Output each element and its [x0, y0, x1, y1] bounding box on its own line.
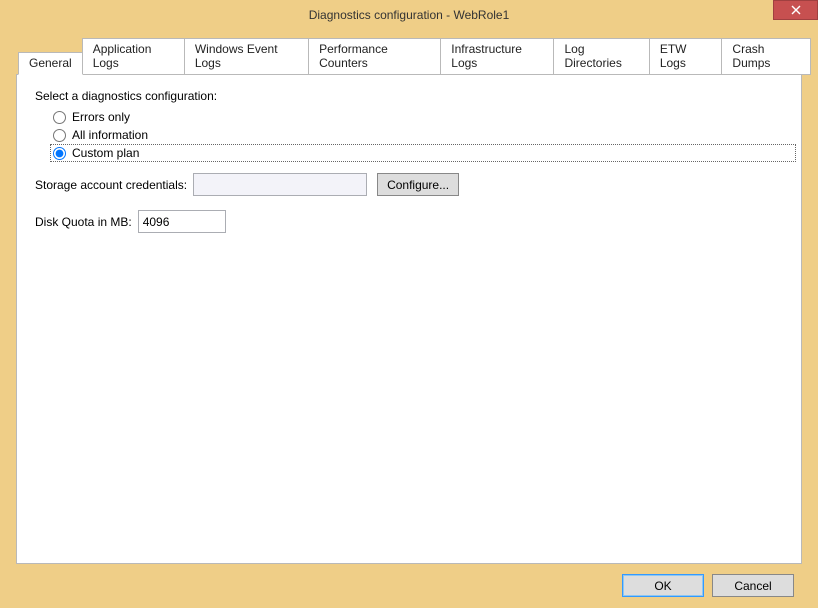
ok-button[interactable]: OK	[622, 574, 704, 597]
radio-all-info[interactable]: All information	[51, 127, 783, 143]
radio-custom-plan-label: Custom plan	[72, 146, 139, 160]
titlebar: Diagnostics configuration - WebRole1	[0, 0, 818, 30]
configure-button[interactable]: Configure...	[377, 173, 459, 196]
tabpanel-general: Select a diagnostics configuration: Erro…	[16, 74, 802, 564]
radio-all-info-input[interactable]	[53, 129, 66, 142]
close-button[interactable]	[773, 0, 818, 20]
dialog-footer: OK Cancel	[8, 564, 810, 597]
tab-general[interactable]: General	[18, 52, 83, 75]
close-icon	[791, 5, 801, 15]
tab-log-directories[interactable]: Log Directories	[553, 38, 649, 75]
cancel-button[interactable]: Cancel	[712, 574, 794, 597]
disk-quota-label: Disk Quota in MB:	[35, 215, 132, 229]
radio-errors-only-label: Errors only	[72, 110, 130, 124]
tab-performance-counters[interactable]: Performance Counters	[308, 38, 441, 75]
window-title: Diagnostics configuration - WebRole1	[309, 8, 510, 22]
select-config-label: Select a diagnostics configuration:	[35, 89, 783, 103]
disk-quota-input[interactable]	[138, 210, 226, 233]
radio-errors-only[interactable]: Errors only	[51, 109, 783, 125]
tab-etw-logs[interactable]: ETW Logs	[649, 38, 723, 75]
tabstrip: General Application Logs Windows Event L…	[8, 38, 810, 75]
tab-crash-dumps[interactable]: Crash Dumps	[721, 38, 811, 75]
radio-errors-only-input[interactable]	[53, 111, 66, 124]
storage-credentials-label: Storage account credentials:	[35, 178, 187, 192]
tab-application-logs[interactable]: Application Logs	[82, 38, 185, 75]
radio-custom-plan[interactable]: Custom plan	[51, 145, 795, 161]
tab-infrastructure-logs[interactable]: Infrastructure Logs	[440, 38, 554, 75]
tab-windows-event-logs[interactable]: Windows Event Logs	[184, 38, 309, 75]
radio-all-info-label: All information	[72, 128, 148, 142]
storage-credentials-input[interactable]	[193, 173, 367, 196]
config-radio-group: Errors only All information Custom plan	[51, 109, 783, 161]
radio-custom-plan-input[interactable]	[53, 147, 66, 160]
